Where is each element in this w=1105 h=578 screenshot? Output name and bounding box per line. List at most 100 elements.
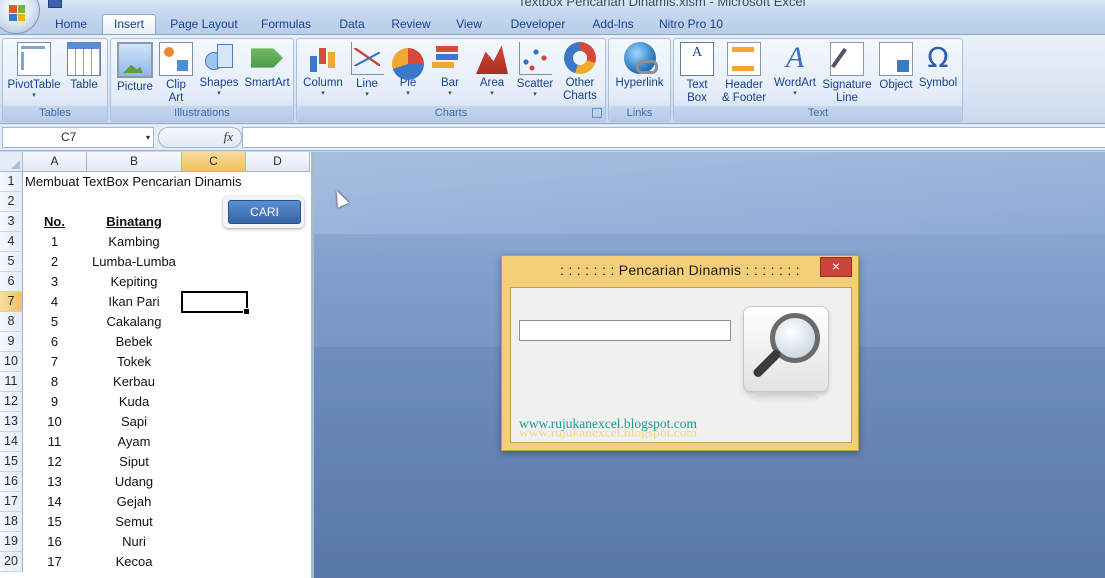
scatter-chart-button[interactable]: Scatter ▾	[513, 42, 557, 104]
line-chart-button[interactable]: Line ▾	[349, 42, 385, 104]
wordart-button[interactable]: A WordArt ▾	[770, 42, 820, 104]
column-header-d[interactable]: D	[246, 152, 310, 172]
column-header-b[interactable]: B	[87, 152, 182, 172]
no-cell[interactable]: 8	[23, 372, 86, 392]
row-header[interactable]: 9	[0, 332, 23, 352]
row-header[interactable]: 13	[0, 412, 23, 432]
animal-cell[interactable]: Gejah	[87, 492, 181, 512]
row-header[interactable]: 12	[0, 392, 23, 412]
insert-function-area[interactable]: fx	[158, 127, 242, 148]
chevron-down-icon[interactable]: ▾	[146, 128, 150, 147]
select-all-corner[interactable]	[0, 152, 23, 172]
tab-home[interactable]: Home	[50, 15, 92, 34]
row-header[interactable]: 10	[0, 352, 23, 372]
tab-review[interactable]: Review	[388, 15, 434, 34]
sheet-title-cell[interactable]: Membuat TextBox Pencarian Dinamis	[25, 172, 242, 192]
area-chart-button[interactable]: Area ▾	[473, 42, 511, 104]
animal-cell[interactable]: Siput	[87, 452, 181, 472]
no-cell[interactable]: 9	[23, 392, 86, 412]
column-chart-button[interactable]: Column ▾	[300, 42, 346, 104]
row-header[interactable]: 11	[0, 372, 23, 392]
tab-formulas[interactable]: Formulas	[258, 15, 314, 34]
row-header[interactable]: 3	[0, 212, 23, 232]
no-cell[interactable]: 10	[23, 412, 86, 432]
no-cell[interactable]: 5	[23, 312, 86, 332]
picture-button[interactable]: Picture	[114, 42, 156, 104]
animal-cell[interactable]: Udang	[87, 472, 181, 492]
row-header[interactable]: 2	[0, 192, 23, 212]
no-cell[interactable]: 3	[23, 272, 86, 292]
animal-cell[interactable]: Kerbau	[87, 372, 181, 392]
no-cell[interactable]: 2	[23, 252, 86, 272]
column-header-a[interactable]: A	[23, 152, 87, 172]
animal-cell[interactable]: Kecoa	[87, 552, 181, 572]
signature-line-button[interactable]: Signature Line	[820, 42, 874, 104]
animal-cell[interactable]: Ayam	[87, 432, 181, 452]
row-header[interactable]: 16	[0, 472, 23, 492]
animal-cell[interactable]: Tokek	[87, 352, 181, 372]
no-cell[interactable]: 16	[23, 532, 86, 552]
row-header[interactable]: 7	[0, 292, 23, 312]
tab-developer[interactable]: Developer	[506, 15, 570, 34]
no-cell[interactable]: 11	[23, 432, 86, 452]
header-binatang-cell[interactable]: Binatang	[87, 212, 181, 232]
animal-cell[interactable]: Bebek	[87, 332, 181, 352]
no-cell[interactable]: 15	[23, 512, 86, 532]
row-header[interactable]: 14	[0, 432, 23, 452]
dialog-launcher-icon[interactable]	[592, 108, 602, 118]
row-header[interactable]: 17	[0, 492, 23, 512]
row-header[interactable]: 20	[0, 552, 23, 572]
no-cell[interactable]: 13	[23, 472, 86, 492]
header-footer-button[interactable]: Header & Footer	[719, 42, 769, 104]
animal-cell[interactable]: Kuda	[87, 392, 181, 412]
smartart-button[interactable]: SmartArt	[243, 42, 291, 104]
column-header-c[interactable]: C	[182, 152, 246, 172]
row-header[interactable]: 19	[0, 532, 23, 552]
row-header[interactable]: 18	[0, 512, 23, 532]
row-header[interactable]: 8	[0, 312, 23, 332]
object-button[interactable]: Object	[876, 42, 916, 104]
shapes-button[interactable]: Shapes ▾	[197, 42, 241, 104]
bar-chart-button[interactable]: Bar ▾	[431, 42, 469, 104]
symbol-button[interactable]: Ω Symbol	[917, 42, 959, 104]
row-header[interactable]: 1	[0, 172, 23, 192]
table-button[interactable]: Table	[65, 42, 103, 104]
cari-button[interactable]: CARI	[228, 200, 301, 224]
no-cell[interactable]: 14	[23, 492, 86, 512]
no-cell[interactable]: 4	[23, 292, 86, 312]
clip-art-button[interactable]: Clip Art	[159, 42, 193, 104]
close-button[interactable]: ×	[820, 257, 852, 277]
save-icon[interactable]	[48, 0, 62, 8]
tab-page-layout[interactable]: Page Layout	[168, 15, 240, 34]
animal-cell[interactable]: Sapi	[87, 412, 181, 432]
hyperlink-button[interactable]: Hyperlink	[611, 42, 668, 104]
row-header[interactable]: 15	[0, 452, 23, 472]
no-cell[interactable]: 6	[23, 332, 86, 352]
pivottable-button[interactable]: PivotTable ▾	[6, 42, 62, 104]
pie-chart-button[interactable]: Pie ▾	[389, 42, 427, 104]
no-cell[interactable]: 7	[23, 352, 86, 372]
animal-cell[interactable]: Cakalang	[87, 312, 181, 332]
tab-add-ins[interactable]: Add-Ins	[588, 15, 638, 34]
animal-cell[interactable]: Lumba-Lumba	[87, 252, 181, 272]
name-box[interactable]: C7 ▾	[2, 127, 154, 148]
formula-input[interactable]	[242, 127, 1105, 148]
animal-cell[interactable]: Semut	[87, 512, 181, 532]
animal-cell[interactable]: Nuri	[87, 532, 181, 552]
row-header[interactable]: 6	[0, 272, 23, 292]
animal-cell[interactable]: Kepiting	[87, 272, 181, 292]
row-header[interactable]: 5	[0, 252, 23, 272]
tab-view[interactable]: View	[452, 15, 486, 34]
no-cell[interactable]: 17	[23, 552, 86, 572]
header-no-cell[interactable]: No.	[23, 212, 86, 232]
worksheet[interactable]: A B C D 1 2 3 4 5 6 7 8 9 10 11 12 13 14 15 16 17 18 19 20 …	[0, 152, 314, 578]
other-charts-button[interactable]: Other Charts	[559, 42, 601, 104]
no-cell[interactable]: 1	[23, 232, 86, 252]
active-cell-c7[interactable]	[181, 291, 250, 315]
animal-cell[interactable]: Ikan Pari	[87, 292, 181, 312]
tab-nitro-pro[interactable]: Nitro Pro 10	[656, 15, 726, 34]
text-box-button[interactable]: A Text Box	[677, 42, 717, 104]
fx-icon[interactable]: fx	[224, 129, 233, 145]
tab-insert[interactable]: Insert	[102, 14, 156, 35]
tab-data[interactable]: Data	[334, 15, 370, 34]
